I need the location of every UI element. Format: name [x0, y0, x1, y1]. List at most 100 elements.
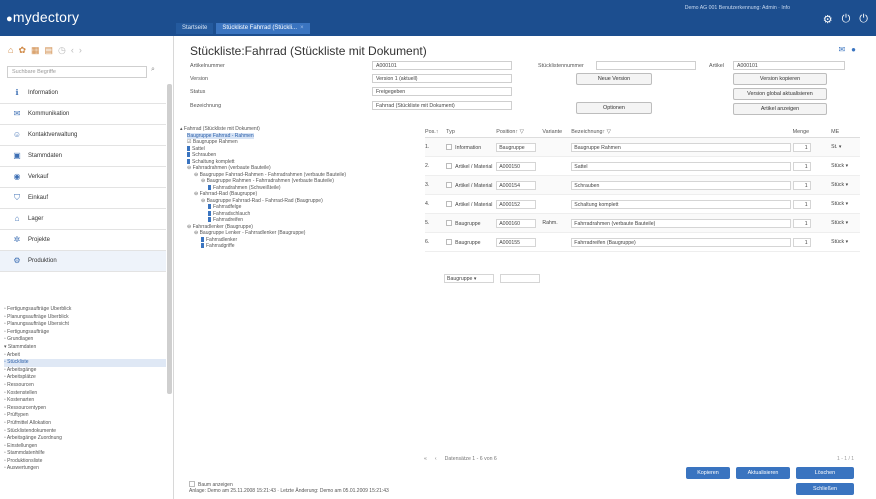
show-tree-checkbox[interactable]: [189, 481, 195, 487]
sidebar-scrollbar[interactable]: [167, 84, 172, 394]
cell-menge[interactable]: 1: [792, 237, 832, 247]
forward-icon[interactable]: ›: [79, 45, 82, 56]
sidebar-tree-item[interactable]: ▫ Arbeit: [4, 352, 166, 360]
copy-button[interactable]: Kopieren: [686, 467, 730, 479]
search-icon[interactable]: ⌕: [151, 66, 155, 74]
sidebar-item-purchase[interactable]: ⛉ Einkauf: [0, 188, 166, 209]
cell-menge[interactable]: 1: [792, 218, 832, 228]
sidebar-item-masterdata[interactable]: ▣ Stammdaten: [0, 146, 166, 167]
stuecklistennummer-field[interactable]: [596, 61, 696, 70]
folder-icon[interactable]: ▤: [45, 45, 54, 56]
col-me[interactable]: ME: [831, 129, 860, 135]
me-select[interactable]: Stück: [831, 182, 844, 188]
col-typ[interactable]: Typ: [446, 129, 496, 135]
sidebar-tree-item[interactable]: ▫ Fertigungsaufträge: [4, 329, 166, 337]
app-logo[interactable]: ●mydectory: [6, 9, 79, 25]
options-button[interactable]: Optionen: [576, 102, 652, 114]
cell-position[interactable]: A000160: [496, 218, 542, 228]
logout-icon[interactable]: ⏻: [859, 13, 868, 26]
menge-input[interactable]: 1: [792, 237, 811, 247]
sidebar-tree-item[interactable]: ▫ Ressourcentypen: [4, 405, 166, 413]
cell-bezeichnung[interactable]: Fahrradrahmen (verbaute Bauteile): [571, 218, 792, 228]
cell-menge[interactable]: 1: [792, 161, 832, 171]
gear-icon[interactable]: ⚙: [823, 13, 833, 26]
bezeichnung-input[interactable]: Sattel: [571, 161, 792, 171]
sidebar-item-information[interactable]: ℹ Information: [0, 83, 166, 104]
cell-typ[interactable]: Artikel / Material: [446, 162, 496, 170]
sidebar-item-communication[interactable]: ✉ Kommunikation: [0, 104, 166, 125]
sidebar-tree-item[interactable]: ▫ Planungsaufträge Übersicht: [4, 321, 166, 329]
sidebar-tree-item[interactable]: ▫ Produktionsliste: [4, 458, 166, 466]
position-input[interactable]: A000150: [496, 161, 537, 171]
table-row[interactable]: 4. Artikel / Material A000152 Schaltung kom…: [425, 195, 860, 214]
table-row[interactable]: 3. Artikel / Material A000154 Schrauben 1 Stü…: [425, 176, 860, 195]
table-row[interactable]: 2. Artikel / Material A000150 Sattel 1 Stück …: [425, 157, 860, 176]
me-select[interactable]: Stück: [831, 163, 844, 169]
chevron-down-icon[interactable]: ▾: [846, 201, 849, 207]
chevron-down-icon[interactable]: ▾: [846, 220, 849, 226]
cell-me[interactable]: Stück ▾: [831, 201, 860, 207]
cell-menge[interactable]: 1: [792, 180, 832, 190]
col-menge[interactable]: Menge: [793, 129, 832, 135]
chevron-down-icon[interactable]: ▾: [846, 182, 849, 188]
position-input[interactable]: Baugruppe: [496, 142, 537, 152]
cell-typ[interactable]: Artikel / Material: [446, 181, 496, 189]
sidebar-item-sales[interactable]: ◉ Verkauf: [0, 167, 166, 188]
add-row-type-select[interactable]: Baugruppe ▾: [444, 274, 494, 283]
cell-me[interactable]: Stück ▾: [831, 163, 860, 169]
cell-me[interactable]: Stück ▾: [831, 239, 860, 245]
sidebar-item-projects[interactable]: ✲ Projekte: [0, 230, 166, 251]
cell-bezeichnung[interactable]: Schaltung komplett: [571, 199, 792, 209]
cell-me[interactable]: Stück ▾: [831, 220, 860, 226]
sidebar-tree-item[interactable]: ▫ Stücklistendokumente: [4, 428, 166, 436]
col-pos[interactable]: Pos.↑: [425, 129, 446, 135]
row-checkbox[interactable]: [446, 181, 453, 188]
col-variante[interactable]: Variante: [542, 129, 571, 135]
favorite-icon[interactable]: ✿: [18, 45, 26, 56]
row-checkbox[interactable]: [446, 238, 453, 245]
cell-typ[interactable]: Baugruppe: [446, 219, 496, 227]
clock-icon[interactable]: ◷: [58, 45, 66, 56]
sidebar-item-warehouse[interactable]: ⌂ Lager: [0, 209, 166, 230]
bezeichnung-input[interactable]: Schrauben: [571, 180, 792, 190]
close-button[interactable]: Schließen: [796, 483, 854, 495]
show-tree-option[interactable]: Baum anzeigen: [189, 481, 389, 488]
col-position[interactable]: Position↑ ▽: [496, 129, 542, 135]
cell-bezeichnung[interactable]: Schrauben: [571, 180, 792, 190]
tab-stueckliste[interactable]: Stückliste Fahrrad (Stückli... ×: [216, 23, 310, 34]
table-row[interactable]: 6. Baugruppe A000155 Fahrradreifen (Baugrup…: [425, 233, 860, 252]
version-select[interactable]: Version 1 (aktuell): [372, 74, 512, 83]
cell-bezeichnung[interactable]: Fahrradreifen (Baugruppe): [571, 237, 792, 247]
sidebar-tree-item[interactable]: ▫ Ressourcen: [4, 382, 166, 390]
me-select[interactable]: St.: [831, 144, 837, 150]
sidebar-tree-item[interactable]: ▫ Einstellungen: [4, 443, 166, 451]
sidebar-search-input[interactable]: Suchbare Begriffe: [7, 66, 147, 78]
chevron-down-icon[interactable]: ▾: [846, 239, 849, 245]
row-checkbox[interactable]: [446, 200, 453, 207]
cell-bezeichnung[interactable]: Sattel: [571, 161, 792, 171]
sidebar-tree-item[interactable]: ▫ Kostenstellen: [4, 390, 166, 398]
chevron-down-icon[interactable]: ▾: [846, 163, 849, 169]
position-input[interactable]: A000152: [496, 199, 537, 209]
bezeichnung-input[interactable]: Baugruppe Rahmen: [571, 142, 792, 152]
prev-page-icon[interactable]: ‹: [435, 456, 437, 462]
sidebar-tree-item[interactable]: ▫ Prüfmittel Allokation: [4, 420, 166, 428]
first-page-icon[interactable]: «: [424, 456, 427, 462]
cell-me[interactable]: Stück ▾: [831, 182, 860, 188]
menge-input[interactable]: 1: [792, 161, 811, 171]
chevron-down-icon[interactable]: ▾: [839, 144, 842, 150]
cell-me[interactable]: St. ▾: [831, 144, 860, 150]
close-icon[interactable]: ×: [300, 25, 304, 31]
cell-position[interactable]: A000152: [496, 199, 542, 209]
home-icon[interactable]: ⌂: [8, 45, 13, 56]
menge-input[interactable]: 1: [792, 180, 811, 190]
status-select[interactable]: Freigegeben: [372, 87, 512, 96]
cell-typ[interactable]: Artikel / Material: [446, 200, 496, 208]
sidebar-tree-item[interactable]: ▫ Fertigungsaufträge Überblick: [4, 306, 166, 314]
sidebar-tree-item[interactable]: ▫ Arbeitsgänge: [4, 367, 166, 375]
power-icon[interactable]: ⏻: [842, 13, 851, 26]
me-select[interactable]: Stück: [831, 239, 844, 245]
sidebar-tree-item[interactable]: ▫ Stückliste: [4, 359, 166, 367]
sidebar-tree-item[interactable]: ▫ Arbeitsplätze: [4, 374, 166, 382]
sidebar-tree-item[interactable]: ▾ Stammdaten: [4, 344, 166, 352]
